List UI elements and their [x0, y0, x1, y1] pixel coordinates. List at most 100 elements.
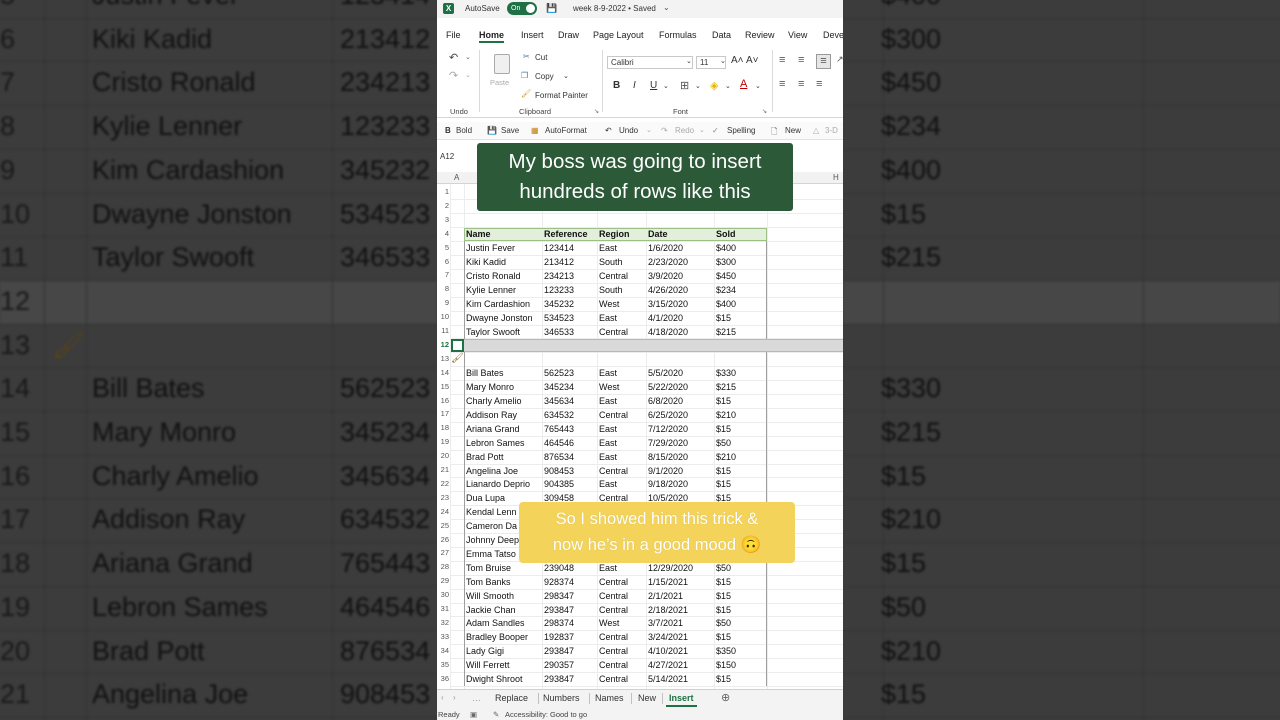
- redo-icon[interactable]: ↷: [449, 69, 458, 82]
- menu-tab-formulas[interactable]: Formulas: [659, 30, 697, 40]
- borders-icon[interactable]: ⊞: [680, 79, 689, 92]
- table-cell-region[interactable]: East: [599, 438, 617, 448]
- chevron-down-icon[interactable]: ⌄: [663, 3, 670, 12]
- menu-tab-view[interactable]: View: [788, 30, 807, 40]
- row-number[interactable]: 25: [437, 521, 450, 530]
- chevron-down-icon[interactable]: ⌄: [720, 57, 726, 65]
- qat-more-button[interactable]: 3-D: [825, 126, 838, 135]
- table-cell-name[interactable]: Tom Bruise: [466, 563, 511, 573]
- paste-button[interactable]: Paste: [490, 78, 509, 87]
- qat-save-button[interactable]: Save: [501, 126, 519, 135]
- bold-button[interactable]: B: [613, 80, 620, 91]
- column-header-name[interactable]: Name: [466, 229, 491, 239]
- row-number[interactable]: 17: [437, 409, 450, 418]
- table-cell-sold[interactable]: $330: [716, 368, 736, 378]
- table-cell-name[interactable]: Dwight Shroot: [466, 674, 523, 684]
- row-number[interactable]: 11: [437, 326, 450, 335]
- table-cell-date[interactable]: 1/15/2021: [648, 577, 688, 587]
- menu-tab-review[interactable]: Review: [745, 30, 775, 40]
- table-cell-reference[interactable]: 928374: [544, 577, 574, 587]
- table-cell-reference[interactable]: 298374: [544, 618, 574, 628]
- table-cell-reference[interactable]: 634532: [544, 410, 574, 420]
- table-cell-region[interactable]: Central: [599, 466, 628, 476]
- column-header-a[interactable]: A: [454, 173, 459, 182]
- table-cell-reference[interactable]: 908453: [544, 466, 574, 476]
- row-number[interactable]: 7: [437, 270, 450, 279]
- table-cell-date[interactable]: 7/29/2020: [648, 438, 688, 448]
- align-right-icon[interactable]: ≡: [816, 78, 822, 90]
- menu-tab-file[interactable]: File: [446, 30, 461, 40]
- table-cell-sold[interactable]: $400: [716, 299, 736, 309]
- qat-new-button[interactable]: New: [785, 126, 801, 135]
- table-cell-reference[interactable]: 298347: [544, 591, 574, 601]
- table-cell-date[interactable]: 3/7/2021: [648, 618, 683, 628]
- chevron-down-icon[interactable]: ⌄: [465, 71, 471, 79]
- table-cell-name[interactable]: Mary Monro: [466, 382, 514, 392]
- table-cell-sold[interactable]: $15: [716, 424, 731, 434]
- table-cell-region[interactable]: Central: [599, 632, 628, 642]
- table-cell-region[interactable]: East: [599, 479, 617, 489]
- table-cell-sold[interactable]: $15: [716, 674, 731, 684]
- table-cell-name[interactable]: Lianardo Deprio: [466, 479, 530, 489]
- sheet-tab-replace[interactable]: Replace: [495, 693, 528, 703]
- table-cell-date[interactable]: 4/10/2021: [648, 646, 688, 656]
- table-cell-reference[interactable]: 534523: [544, 313, 574, 323]
- paste-icon[interactable]: [494, 54, 510, 74]
- table-cell-name[interactable]: Addison Ray: [466, 410, 517, 420]
- table-cell-region[interactable]: East: [599, 396, 617, 406]
- table-cell-sold[interactable]: $210: [716, 410, 736, 420]
- table-cell-date[interactable]: 3/15/2020: [648, 299, 688, 309]
- table-cell-sold[interactable]: $215: [716, 327, 736, 337]
- table-cell-region[interactable]: Central: [599, 591, 628, 601]
- chevron-down-icon[interactable]: ⌄: [755, 82, 761, 90]
- row-number[interactable]: 8: [437, 284, 450, 293]
- table-cell-name[interactable]: Emma Tatso: [466, 549, 516, 559]
- row-number[interactable]: 14: [437, 368, 450, 377]
- row-number[interactable]: 23: [437, 493, 450, 502]
- row-number[interactable]: 1: [437, 187, 450, 196]
- table-cell-region[interactable]: South: [599, 285, 623, 295]
- chevron-down-icon[interactable]: ⌄: [563, 72, 569, 80]
- qat-autoformat-button[interactable]: AutoFormat: [545, 126, 587, 135]
- table-cell-region[interactable]: Central: [599, 410, 628, 420]
- sheet-tab-names[interactable]: Names: [595, 693, 624, 703]
- insert-options-brush-icon[interactable]: 🖌: [451, 353, 464, 364]
- table-cell-name[interactable]: Dua Lupa: [466, 493, 505, 503]
- table-cell-name[interactable]: Kendal Lenn: [466, 507, 517, 517]
- table-cell-date[interactable]: 4/26/2020: [648, 285, 688, 295]
- table-cell-sold[interactable]: $15: [716, 466, 731, 476]
- row-number[interactable]: 19: [437, 437, 450, 446]
- spreadsheet-grid[interactable]: 1 2 3 4 5 6 7 8 9 10 11 12 13 14 15 16 17 18 19 20 21 22 23 24 2…: [437, 184, 843, 689]
- save-icon[interactable]: 💾: [546, 3, 557, 14]
- autosave-toggle[interactable]: On: [507, 2, 537, 15]
- table-cell-name[interactable]: Kylie Lenner: [466, 285, 516, 295]
- accessibility-icon[interactable]: ✎: [493, 710, 499, 719]
- table-cell-reference[interactable]: 345232: [544, 299, 574, 309]
- row-number[interactable]: 27: [437, 548, 450, 557]
- table-cell-region[interactable]: Central: [599, 660, 628, 670]
- table-cell-date[interactable]: 6/8/2020: [648, 396, 683, 406]
- menu-tab-page-layout[interactable]: Page Layout: [593, 30, 644, 40]
- row-number[interactable]: 13: [437, 354, 450, 363]
- row-number[interactable]: 22: [437, 479, 450, 488]
- row-number[interactable]: 33: [437, 632, 450, 641]
- menu-tab-insert[interactable]: Insert: [521, 30, 544, 40]
- table-cell-reference[interactable]: 562523: [544, 368, 574, 378]
- format-painter-button[interactable]: Format Painter: [535, 91, 588, 100]
- table-cell-name[interactable]: Tom Banks: [466, 577, 511, 587]
- table-cell-reference[interactable]: 876534: [544, 452, 574, 462]
- table-cell-region[interactable]: West: [599, 618, 619, 628]
- dialog-launcher-icon[interactable]: ↘: [762, 108, 767, 115]
- more-sheets-icon[interactable]: …: [472, 693, 481, 703]
- table-cell-reference[interactable]: 346533: [544, 327, 574, 337]
- align-bottom-icon[interactable]: ≡: [816, 54, 831, 69]
- table-cell-date[interactable]: 9/18/2020: [648, 479, 688, 489]
- table-cell-date[interactable]: 6/25/2020: [648, 410, 688, 420]
- accessibility-status[interactable]: Accessibility: Good to go: [505, 710, 587, 719]
- table-cell-sold[interactable]: $50: [716, 438, 731, 448]
- underline-button[interactable]: U: [650, 80, 657, 91]
- font-color-icon[interactable]: A: [740, 78, 747, 90]
- row-number[interactable]: 16: [437, 396, 450, 405]
- chevron-down-icon[interactable]: ⌄: [663, 82, 669, 90]
- table-cell-sold[interactable]: $15: [716, 396, 731, 406]
